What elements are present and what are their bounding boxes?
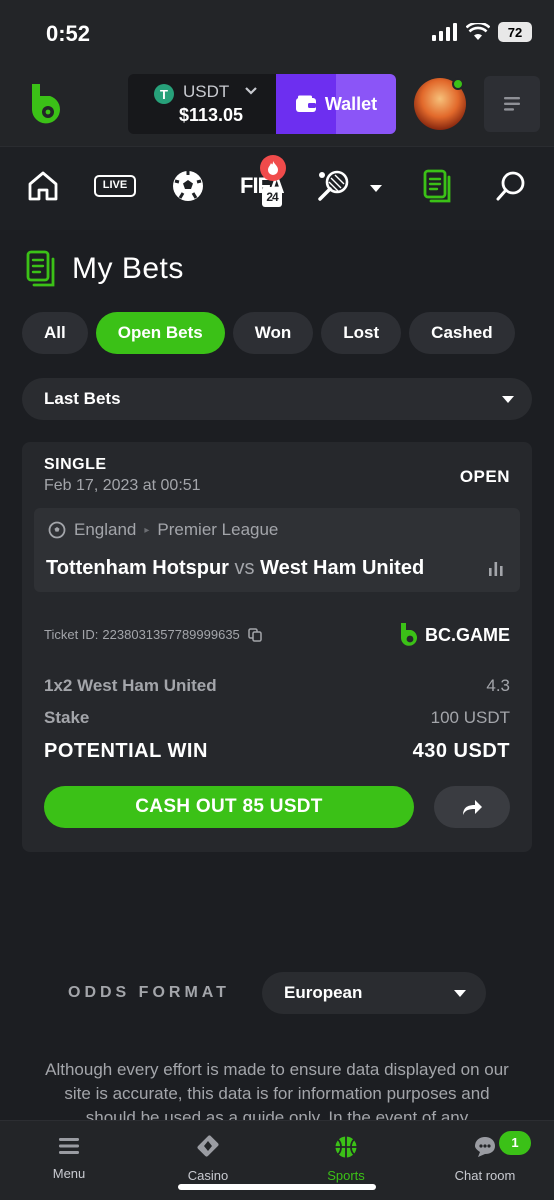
fire-icon bbox=[268, 161, 278, 175]
filter-lost[interactable]: Lost bbox=[321, 312, 402, 354]
ticket-id-row: Ticket ID: 2238031357789999635 bbox=[44, 627, 262, 642]
wifi-icon bbox=[466, 23, 490, 40]
potential-win-label: POTENTIAL WIN bbox=[44, 740, 208, 762]
status-bar: 0:52 72 bbox=[0, 0, 554, 62]
copy-icon[interactable] bbox=[248, 627, 262, 642]
potential-win-value: 430 USDT bbox=[412, 740, 510, 762]
bottom-nav-chat-label: Chat room bbox=[454, 1168, 516, 1183]
brand-name: BC.GAME bbox=[425, 624, 510, 645]
tennis-icon[interactable] bbox=[316, 169, 352, 203]
bet-filter-tabs: All Open Bets Won Lost Cashed bbox=[22, 312, 554, 356]
chevron-down-icon bbox=[245, 87, 257, 95]
basketball-icon bbox=[335, 1136, 357, 1158]
hot-badge bbox=[260, 155, 286, 181]
stats-icon[interactable] bbox=[488, 562, 504, 576]
caret-down-icon bbox=[454, 990, 466, 997]
share-arrow-icon bbox=[463, 800, 482, 815]
status-time: 0:52 bbox=[46, 21, 91, 46]
bc-game-logo[interactable] bbox=[28, 82, 66, 128]
wallet-label: Wallet bbox=[324, 93, 378, 114]
vs-label: vs bbox=[234, 557, 255, 579]
home-icon[interactable] bbox=[26, 169, 60, 203]
bet-type: SINGLE bbox=[44, 456, 107, 473]
ticket-id-label: Ticket ID: bbox=[44, 627, 99, 642]
match-teams: Tottenham Hotspur vs West Ham United bbox=[46, 557, 476, 580]
balance-selector[interactable]: T USDT $113.05 bbox=[128, 74, 276, 134]
live-label: LIVE bbox=[102, 179, 128, 191]
chat-icon bbox=[475, 1137, 495, 1157]
bottom-nav-casino-label: Casino bbox=[187, 1168, 229, 1183]
search-icon[interactable] bbox=[494, 169, 528, 203]
status-icons: 72 bbox=[432, 22, 532, 42]
bc-game-brand-logo bbox=[401, 623, 417, 646]
bottom-nav-casino[interactable]: Casino bbox=[158, 1135, 258, 1183]
live-icon[interactable]: LIVE bbox=[94, 175, 136, 197]
filter-won[interactable]: Won bbox=[232, 312, 314, 354]
fifa-year-badge: 24 bbox=[262, 187, 282, 207]
bottom-nav-menu[interactable]: Menu bbox=[19, 1135, 119, 1181]
sport-nav: LIVE FIFA 24 bbox=[0, 146, 554, 230]
sports-more-caret[interactable] bbox=[370, 185, 382, 192]
bottom-nav-chat[interactable]: 1 Chat room bbox=[435, 1131, 535, 1183]
balance-amount: $113.05 bbox=[179, 105, 244, 125]
tether-coin-icon: T bbox=[154, 84, 174, 104]
match-info[interactable]: England ▸ Premier League Tottenham Hotsp… bbox=[34, 508, 520, 592]
disclaimer-text: Although every effort is made to ensure … bbox=[45, 1060, 509, 1120]
menu-button[interactable] bbox=[484, 76, 540, 132]
match-league-name: Premier League bbox=[157, 520, 279, 539]
stake-value: 100 USDT bbox=[430, 708, 510, 727]
bottom-nav-sports[interactable]: Sports bbox=[296, 1135, 396, 1183]
selection-row: 1x2 West Ham United 4.3 bbox=[44, 676, 510, 696]
wallet-button[interactable]: Wallet bbox=[276, 74, 396, 134]
breadcrumb-arrow-icon: ▸ bbox=[144, 524, 150, 536]
chat-unread-badge: 1 bbox=[499, 1131, 531, 1155]
home-indicator bbox=[178, 1184, 376, 1190]
online-status-dot bbox=[452, 78, 464, 90]
bottom-nav-sports-label: Sports bbox=[327, 1168, 365, 1183]
currency-label: USDT bbox=[183, 82, 230, 101]
bet-card: SINGLE Feb 17, 2023 at 00:51 OPEN Englan… bbox=[22, 442, 532, 852]
my-bets-icon[interactable] bbox=[423, 169, 455, 205]
bet-date: Feb 17, 2023 at 00:51 bbox=[44, 477, 201, 494]
period-dropdown-value: Last Bets bbox=[44, 389, 121, 408]
share-button[interactable] bbox=[434, 786, 510, 828]
stake-label: Stake bbox=[44, 708, 90, 727]
brand-watermark: BC.GAME bbox=[399, 622, 510, 648]
match-league: England ▸ Premier League bbox=[48, 520, 278, 540]
filter-open-bets[interactable]: Open Bets bbox=[95, 312, 225, 354]
wallet-icon bbox=[295, 95, 316, 112]
my-bets-title-icon bbox=[26, 250, 55, 287]
selection-label: 1x2 West Ham United bbox=[44, 676, 217, 695]
menu-lines-icon bbox=[504, 97, 520, 111]
odds-format-value: European bbox=[284, 983, 363, 1002]
away-team: West Ham United bbox=[260, 557, 425, 579]
signal-icon bbox=[432, 23, 457, 41]
selection-odds: 4.3 bbox=[486, 676, 510, 695]
filter-cashed[interactable]: Cashed bbox=[409, 312, 515, 354]
page-title-row: My Bets bbox=[26, 250, 184, 288]
home-team: Tottenham Hotspur bbox=[46, 557, 229, 579]
stake-row: Stake 100 USDT bbox=[44, 708, 510, 728]
soccer-ball-icon bbox=[48, 521, 66, 539]
page-title: My Bets bbox=[72, 252, 184, 285]
odds-format-select[interactable]: European bbox=[262, 972, 486, 1014]
caret-down-icon bbox=[502, 396, 514, 403]
odds-format-label: ODDS FORMAT bbox=[68, 984, 230, 1001]
battery-indicator: 72 bbox=[498, 22, 532, 42]
match-country: England bbox=[74, 520, 137, 539]
bottom-nav-menu-label: Menu bbox=[52, 1166, 86, 1181]
filter-all[interactable]: All bbox=[22, 312, 88, 354]
ticket-id: 2238031357789999635 bbox=[102, 627, 240, 642]
cash-out-button[interactable]: CASH OUT 85 USDT bbox=[44, 786, 414, 828]
potential-win-row: POTENTIAL WIN 430 USDT bbox=[44, 740, 510, 763]
soccer-icon[interactable] bbox=[171, 169, 205, 203]
top-header: T USDT $113.05 Wallet bbox=[0, 62, 554, 146]
period-dropdown[interactable]: Last Bets bbox=[22, 378, 532, 420]
casino-icon bbox=[197, 1135, 219, 1157]
bet-status: OPEN bbox=[459, 467, 510, 486]
menu-icon bbox=[59, 1138, 79, 1154]
text-fade bbox=[424, 552, 484, 584]
